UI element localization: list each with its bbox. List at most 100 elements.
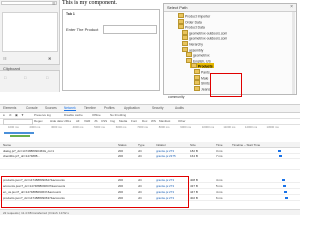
overview-tick: 3000 ms [51, 125, 62, 129]
cell-time: 4 ms [216, 189, 223, 194]
folder-icon [194, 85, 200, 91]
waterfall-bar [277, 149, 281, 152]
tree-node[interactable]: Male [194, 74, 208, 80]
waterfall-bar [284, 190, 288, 193]
tree-node[interactable]: assembly [182, 46, 203, 52]
product-input[interactable] [103, 25, 157, 34]
devtools-tab[interactable]: Timeline [84, 106, 96, 110]
cell-size: 402 B [190, 195, 198, 200]
toolbar-option[interactable]: Preserve log [34, 113, 51, 117]
filter-type[interactable]: Img [110, 119, 115, 123]
column-header[interactable]: Initiator [156, 143, 166, 147]
clipboard-header[interactable]: Clipboard [0, 64, 60, 71]
column-header[interactable]: Status [118, 143, 127, 147]
filter-type[interactable]: Font [131, 119, 137, 123]
folder-icon [186, 52, 192, 58]
delete-icon[interactable]: ✖ [48, 56, 51, 61]
filter-type[interactable]: Media [119, 119, 127, 123]
column-header[interactable]: Type [138, 143, 145, 147]
tree-node[interactable]: Product Data [178, 24, 205, 30]
filter-type[interactable]: Hide data URLs [50, 119, 71, 123]
filter-type[interactable]: CSS [101, 119, 107, 123]
tree-node[interactable]: Shirts [194, 80, 210, 86]
folder-icon [194, 69, 200, 74]
cell-initiator[interactable]: granite.js:273 [156, 149, 174, 153]
tree-node[interactable]: Pants [194, 69, 210, 75]
copy-icon[interactable]: □ [4, 75, 6, 80]
tab-1[interactable]: Tab 1 [66, 12, 75, 16]
clear-icon[interactable]: ⊘ [9, 113, 12, 117]
overview-tick: 12000 ms [244, 125, 258, 129]
tree-node[interactable]: Jeans [194, 85, 210, 91]
overview-tick: 11000 ms [223, 125, 236, 129]
cut-icon[interactable]: □ [46, 75, 48, 80]
filter-type[interactable]: JS [94, 119, 98, 123]
waterfall-bar [285, 196, 289, 199]
table-row[interactable]: clientlibs.js?_dc=1474888... 200 xhr granit… [0, 153, 300, 159]
camera-icon[interactable]: ▣ [15, 113, 18, 117]
tree-node[interactable]: hierarchy [182, 41, 203, 47]
filter-type[interactable]: All [76, 119, 79, 123]
tree-node[interactable]: English, US [186, 57, 211, 63]
menu-icon[interactable]: ☰ [52, 1, 56, 6]
filter-type[interactable]: WS [151, 119, 156, 123]
overview-tick: 2000 ms [29, 125, 41, 129]
list-icon[interactable]: ☷ [3, 56, 7, 61]
devtools-tab[interactable]: Profiles [104, 106, 115, 110]
scrollbar[interactable] [292, 12, 295, 94]
devtools-tab[interactable]: Console [26, 106, 38, 110]
cell-size: 408 B [190, 177, 198, 182]
filter-type[interactable]: Regex [34, 119, 43, 123]
devtools-tab[interactable]: Elements [3, 106, 16, 110]
overview-tick: 7000 ms [137, 125, 148, 129]
left-toolbar: ☰ [1, 1, 57, 6]
tree-node[interactable]: Order Data [178, 18, 202, 24]
folder-icon [178, 18, 184, 24]
devtools-tab[interactable]: Security [152, 106, 164, 110]
close-icon[interactable]: × [290, 4, 293, 10]
tree-node-community[interactable]: community [168, 95, 184, 99]
cell-size: 447 B [190, 189, 198, 194]
cell-name: clientlibs.js?_dc=1474888... [3, 153, 40, 158]
toolbar-option[interactable]: Offline [92, 113, 101, 117]
cell-time: 7 ms [216, 153, 223, 158]
network-overview: 1000 ms 2000 ms 3000 ms 4000 ms 5000 ms 6000 … [0, 124, 300, 143]
filter-type[interactable]: Manifest [159, 119, 170, 123]
toolbar-option[interactable]: No throttling [110, 113, 126, 117]
devtools-tab[interactable]: Sources [45, 106, 57, 110]
cell-time: 3 ms [216, 148, 223, 153]
tree-node[interactable]: geometrixx [186, 52, 210, 58]
tree-node[interactable]: geometrixx-outdoors.com [182, 35, 227, 41]
toolbar-option[interactable]: Disable cache [64, 113, 83, 117]
cell-status: 200 [118, 153, 124, 158]
folder-icon [182, 46, 188, 52]
cell-initiator[interactable]: granite.js:2375 [156, 154, 176, 158]
clipboard-label: Clipboard [3, 66, 21, 71]
filter-type[interactable]: Other [178, 119, 186, 123]
column-header[interactable]: Timeline – Start Time [232, 143, 260, 147]
tree-node[interactable]: Products [190, 63, 214, 69]
record-icon[interactable]: ● [3, 113, 5, 117]
waterfall-bar [279, 154, 283, 157]
cell-time: 5 ms [216, 183, 223, 188]
devtools-tab[interactable]: Network [64, 106, 76, 111]
filter-type[interactable]: XHR [84, 119, 90, 123]
paste-icon[interactable]: □ [24, 75, 26, 80]
dialog-header: Select Path × [164, 4, 296, 12]
folder-icon [178, 13, 184, 18]
tree-node[interactable]: Product Importer [178, 13, 210, 19]
filter-icon[interactable]: ▼ [21, 113, 24, 117]
filter-type[interactable]: Doc [142, 119, 147, 123]
folder-icon [178, 24, 184, 30]
devtools-tab[interactable]: Application [124, 106, 140, 110]
tree-node[interactable]: geometrixx-outdoors.com [182, 29, 227, 35]
overview-tick: 10000 ms [201, 125, 215, 129]
column-header[interactable]: Time [216, 143, 223, 147]
devtools-tab[interactable]: Audits [175, 106, 184, 110]
overview-tick: 6000 ms [115, 125, 127, 129]
folder-icon [191, 63, 197, 69]
cell-size: 182 B [190, 148, 198, 153]
column-header[interactable]: Name [3, 143, 11, 147]
table-row[interactable] [0, 164, 300, 170]
column-header[interactable]: Size [190, 143, 196, 147]
